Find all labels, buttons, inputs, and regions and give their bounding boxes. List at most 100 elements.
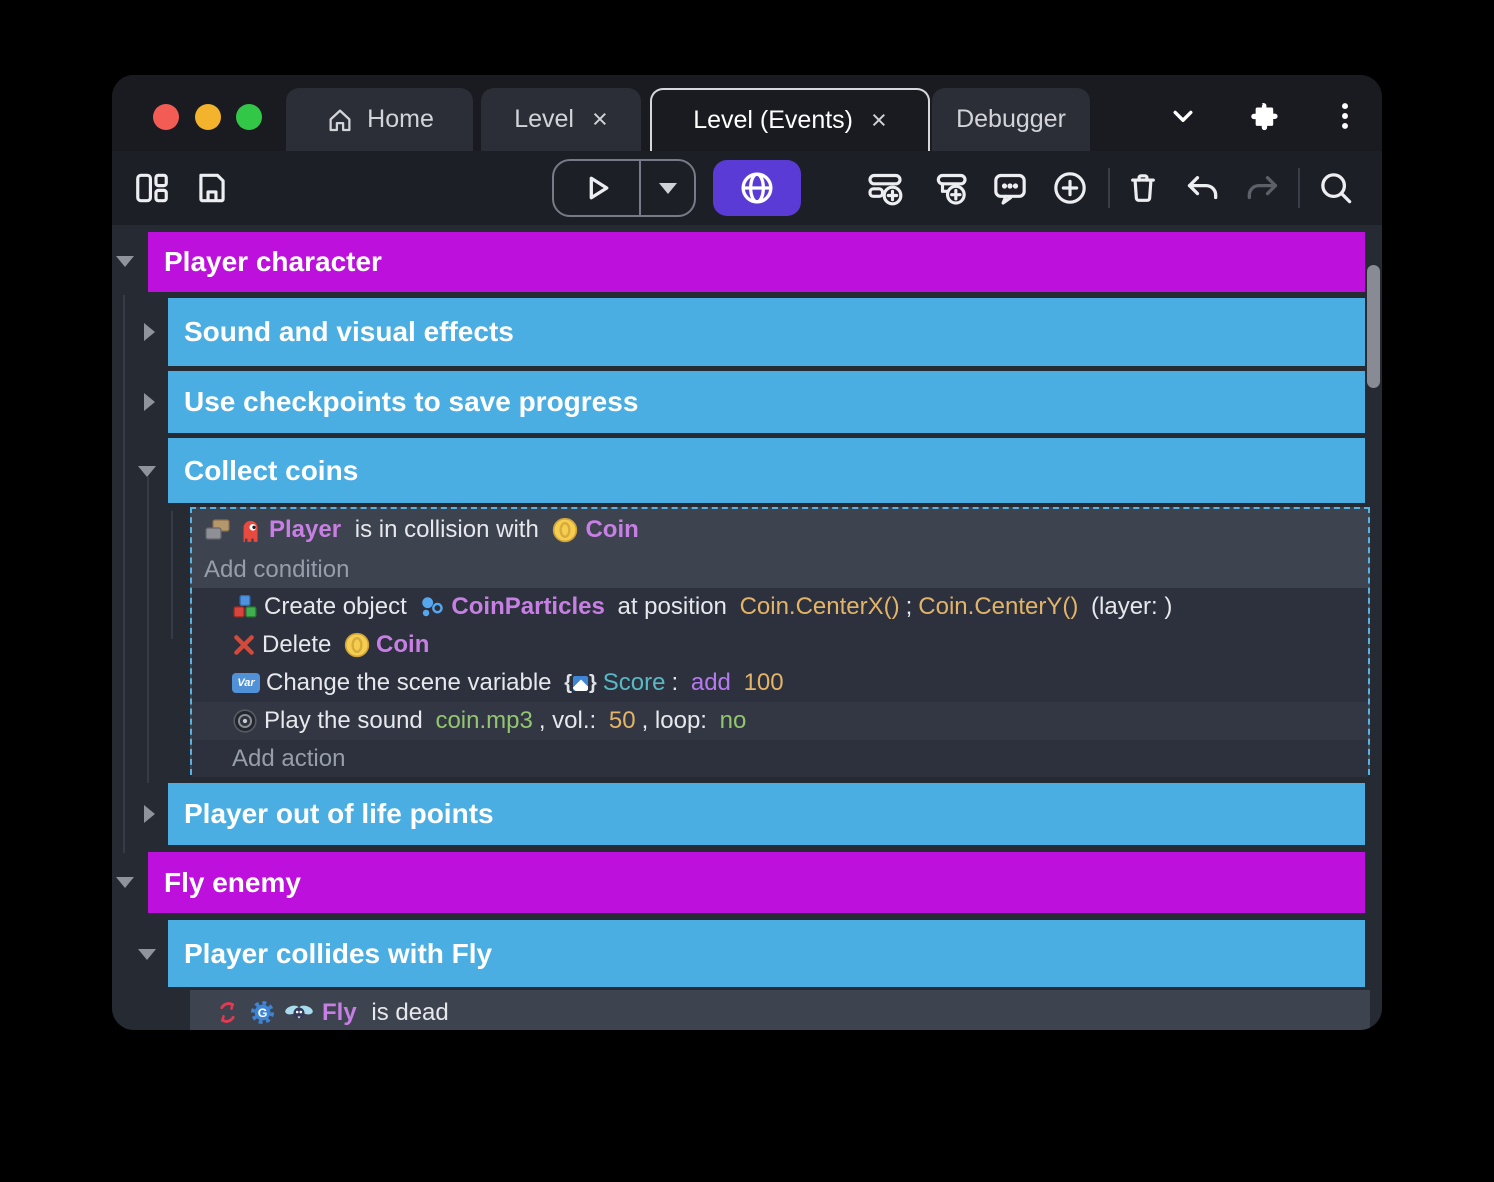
panels-layout-icon: [133, 169, 171, 207]
action-row-create-object[interactable]: Create object CoinParticles at position …: [192, 588, 1368, 626]
fold-caret[interactable]: [144, 323, 155, 341]
save-icon: [193, 169, 231, 207]
action-text: Play the sound: [264, 707, 429, 735]
action-text: :: [672, 669, 685, 697]
collision-icon: [204, 518, 231, 542]
condition-text: is dead: [365, 999, 449, 1027]
add-comment-button[interactable]: [990, 168, 1030, 208]
fold-caret[interactable]: [144, 393, 155, 411]
add-condition-label: Add condition: [204, 556, 349, 584]
close-tab-icon[interactable]: ×: [592, 106, 608, 133]
desktop: Home Level × Level (Events) × Debugger: [0, 0, 1494, 1182]
play-icon: [579, 170, 615, 206]
event-group-player-collides-fly[interactable]: Player collides with Fly: [168, 920, 1365, 987]
toggle-panels-button[interactable]: [132, 168, 172, 208]
fold-caret[interactable]: [138, 466, 156, 477]
play-options-button[interactable]: [641, 161, 694, 215]
fold-caret[interactable]: [116, 877, 134, 888]
events-sheet: Player character Sound and visual effect…: [112, 225, 1382, 1030]
condition-row[interactable]: Player is in collision with Coin: [192, 509, 1368, 551]
trash-icon: [1124, 169, 1162, 207]
add-event-button[interactable]: [865, 168, 905, 208]
add-action-button[interactable]: Add action: [192, 740, 1368, 777]
add-circle-icon: [1050, 168, 1090, 208]
action-text: Create object: [264, 593, 413, 621]
indent-guide: [147, 477, 149, 783]
search-button[interactable]: [1316, 168, 1356, 208]
value: no: [720, 707, 747, 735]
tab-home[interactable]: Home: [286, 88, 473, 151]
expression: Coin.CenterY(): [918, 593, 1078, 621]
object-name: Coin: [376, 631, 429, 659]
event-group-fly-enemy[interactable]: Fly enemy: [148, 852, 1365, 913]
publish-button[interactable]: [713, 160, 801, 216]
tab-label: Level: [514, 105, 574, 134]
play-button-group: [552, 159, 696, 217]
vertical-scrollbar-thumb[interactable]: [1367, 265, 1380, 388]
coin-object-icon: [344, 632, 370, 658]
extensions-button[interactable]: [1245, 97, 1283, 135]
fold-caret[interactable]: [116, 256, 134, 267]
action-text: at position: [611, 593, 734, 621]
svg-text:G: G: [258, 1006, 268, 1020]
flip-arrows-icon: [214, 999, 241, 1026]
event-group-checkpoints[interactable]: Use checkpoints to save progress: [168, 371, 1365, 433]
actions-area: Create object CoinParticles at position …: [192, 588, 1368, 777]
fold-caret[interactable]: [138, 949, 156, 960]
tab-label: Debugger: [956, 105, 1066, 134]
action-text: ;: [906, 593, 913, 621]
event-group-player-character[interactable]: Player character: [148, 232, 1365, 292]
tab-level-events[interactable]: Level (Events) ×: [650, 88, 930, 151]
group-label: Player collides with Fly: [184, 938, 492, 970]
close-traffic-light[interactable]: [153, 104, 179, 130]
action-row-play-sound[interactable]: Play the sound coin.mp3 , vol.: 50 , loo…: [192, 702, 1368, 740]
titlebar: Home Level × Level (Events) × Debugger: [112, 75, 1382, 151]
event-group-sound-effects[interactable]: Sound and visual effects: [168, 298, 1365, 366]
indent-guide: [123, 295, 125, 853]
object-name: CoinParticles: [451, 593, 604, 621]
behavior-gear-icon: G: [249, 999, 276, 1026]
window-menu-button[interactable]: [1326, 97, 1364, 135]
event-group-out-of-life[interactable]: Player out of life points: [168, 783, 1365, 845]
zoom-traffic-light[interactable]: [236, 104, 262, 130]
create-object-icon: [232, 594, 258, 620]
add-subevent-icon: [930, 168, 970, 208]
add-something-button[interactable]: [1050, 168, 1090, 208]
tab-label: Home: [367, 105, 434, 134]
minimize-traffic-light[interactable]: [195, 104, 221, 130]
tab-debugger[interactable]: Debugger: [932, 88, 1090, 151]
close-tab-icon[interactable]: ×: [871, 107, 887, 134]
play-button[interactable]: [554, 161, 639, 215]
condition-text: is in collision with: [348, 516, 545, 544]
undo-button[interactable]: [1183, 168, 1223, 208]
operator-keyword: add: [691, 669, 738, 697]
tabs-overflow-button[interactable]: [1164, 97, 1202, 135]
variable-name: Score: [603, 669, 666, 697]
add-subevent-button[interactable]: [930, 168, 970, 208]
add-condition-button[interactable]: Add condition: [192, 551, 1368, 588]
extensions-puzzle-icon: [1247, 99, 1281, 133]
group-label: Use checkpoints to save progress: [184, 386, 638, 418]
fold-caret[interactable]: [144, 805, 155, 823]
action-text: Delete: [262, 631, 338, 659]
condition-row-fly-dead[interactable]: G Fly is dead: [190, 990, 1370, 1030]
redo-icon: [1243, 169, 1281, 207]
app-window: Home Level × Level (Events) × Debugger: [112, 75, 1382, 1030]
tab-label: Level (Events): [693, 106, 853, 135]
selected-event[interactable]: Player is in collision with Coin Add con…: [190, 507, 1370, 775]
action-row-delete[interactable]: Delete Coin: [192, 626, 1368, 664]
indent-guide: [171, 511, 173, 639]
group-label: Sound and visual effects: [184, 316, 514, 348]
delete-selection-button[interactable]: [1123, 168, 1163, 208]
sound-file: coin.mp3: [435, 707, 532, 735]
action-row-change-variable[interactable]: Var Change the scene variable {} Score :…: [192, 664, 1368, 702]
kebab-menu-icon: [1328, 99, 1362, 133]
particles-object-icon: [419, 594, 445, 620]
sound-icon: [232, 708, 258, 734]
event-group-collect-coins[interactable]: Collect coins: [168, 438, 1365, 503]
redo-button[interactable]: [1242, 168, 1282, 208]
tab-level[interactable]: Level ×: [481, 88, 641, 151]
divider: [1298, 168, 1300, 208]
action-text: , loop:: [642, 707, 714, 735]
save-button[interactable]: [192, 168, 232, 208]
